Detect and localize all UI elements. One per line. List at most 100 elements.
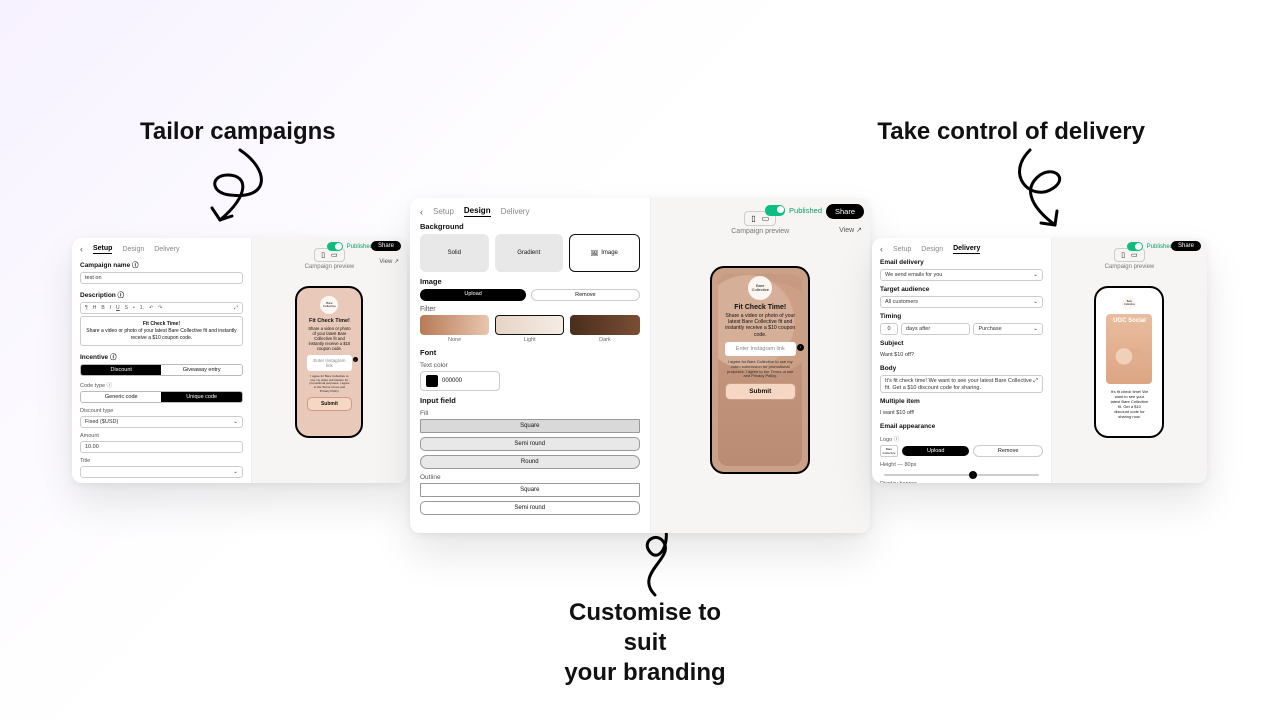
mobile-icon: ▯: [1121, 251, 1125, 259]
incentive-toggle[interactable]: Discount Giveaway entry: [80, 364, 243, 376]
tab-setup[interactable]: Setup: [893, 246, 911, 253]
bg-solid[interactable]: Solid: [420, 234, 489, 272]
target-label: Target audience: [880, 286, 1043, 293]
text-color-input[interactable]: 000000: [420, 371, 500, 391]
upload-button[interactable]: Upload: [420, 289, 526, 301]
tab-design[interactable]: Design: [464, 206, 491, 217]
code-type-toggle[interactable]: Generic code Unique code: [80, 391, 243, 403]
card-setup: ‹ Setup Design Delivery Campaign name ⓘ …: [72, 238, 407, 483]
fill-round[interactable]: Round: [420, 455, 640, 469]
phone-preview: Bare Collective Fit Check Time! Share a …: [295, 286, 363, 438]
subject-input[interactable]: Want $10 off?: [880, 350, 1043, 360]
image-icon: 🖼: [591, 250, 599, 257]
brand-logo: Bare Collective: [320, 296, 338, 314]
publish-toggle[interactable]: Published: [327, 242, 373, 251]
publish-toggle[interactable]: Published: [1127, 242, 1173, 251]
share-button[interactable]: Share: [1171, 241, 1201, 251]
desktop-icon: ▭: [1131, 251, 1138, 259]
outline-label: Outline: [420, 474, 640, 481]
rich-text-toolbar[interactable]: ¶HBIUS•1.↶↷⤢: [80, 302, 243, 314]
publish-toggle[interactable]: Published: [765, 205, 822, 216]
email-delivery-select[interactable]: We send emails for you⌄: [880, 269, 1043, 281]
discount-type-select[interactable]: Fixed ($USD)⌄: [80, 416, 243, 428]
body-input[interactable]: It's fit check time! We want to see your…: [880, 375, 1043, 393]
email-delivery-label: Email delivery: [880, 259, 1043, 266]
tab-design[interactable]: Design: [122, 246, 144, 253]
image-label: Image: [420, 277, 640, 286]
logo-upload[interactable]: Upload: [902, 446, 969, 456]
email-preview: Bare Collective UGC Social It's fit chec…: [1094, 286, 1164, 438]
mobile-icon: ▯: [321, 251, 325, 259]
brand-logo: Bare Collective: [1122, 296, 1136, 310]
fill-label: Fill: [420, 410, 640, 417]
phone-submit: Submit: [307, 397, 351, 411]
amount-input[interactable]: 10.00: [80, 441, 243, 453]
input-field-label: Input field: [420, 396, 640, 405]
multiple-label: Multiple item: [880, 398, 1043, 405]
tab-delivery[interactable]: Delivery: [501, 207, 530, 216]
height-slider[interactable]: [884, 474, 1039, 476]
tab-delivery[interactable]: Delivery: [154, 246, 179, 253]
tab-setup[interactable]: Setup: [433, 207, 454, 216]
filter-options[interactable]: None Light Dark: [420, 315, 640, 343]
remove-button[interactable]: Remove: [531, 289, 639, 301]
background-label: Background: [420, 222, 640, 231]
fill-square[interactable]: Square: [420, 419, 640, 433]
view-link[interactable]: View ↗: [839, 226, 862, 234]
bg-image[interactable]: 🖼Image: [569, 234, 640, 272]
font-label: Font: [420, 348, 640, 357]
phone-input: Enter Instagram linki: [725, 342, 796, 356]
outline-semiround[interactable]: Semi round: [420, 501, 640, 515]
code-type-label: Code type ⓘ: [80, 381, 243, 389]
logo-remove[interactable]: Remove: [973, 445, 1042, 457]
discount-type-label: Discount type: [80, 408, 243, 414]
phone-input: Enter Instagram linki: [307, 355, 351, 371]
title-input[interactable]: ⌄: [80, 466, 243, 478]
background-options[interactable]: Solid Gradient 🖼Image: [420, 234, 640, 272]
brand-logo: Bare Collective: [748, 276, 772, 300]
subject-label: Subject: [880, 340, 1043, 347]
card-delivery: ‹ Setup Design Delivery Email delivery W…: [872, 238, 1207, 483]
logo-thumb: Bare Collective: [880, 445, 898, 457]
headline-right: Take control of delivery: [877, 118, 1145, 146]
filter-label: Filter: [420, 306, 640, 313]
tabs: ‹ Setup Design Delivery: [80, 244, 243, 254]
bg-gradient[interactable]: Gradient: [495, 234, 564, 272]
tab-design[interactable]: Design: [921, 246, 943, 253]
back-icon[interactable]: ‹: [420, 207, 423, 217]
tab-setup[interactable]: Setup: [93, 245, 112, 254]
phone-desc: Share a video or photo of your latest Ba…: [307, 326, 351, 351]
multiple-input[interactable]: I want $10 off!: [880, 408, 1043, 418]
share-button[interactable]: Share: [371, 241, 401, 251]
campaign-name-label: Campaign name ⓘ: [80, 259, 243, 269]
appearance-label: Email appearance: [880, 423, 1043, 430]
timing-num[interactable]: 0: [880, 323, 898, 335]
outline-square[interactable]: Square: [420, 483, 640, 497]
headline-bottom: Customise to suit your branding: [545, 598, 745, 688]
logo-label: Logo ⓘ: [880, 435, 1043, 443]
amount-label: Amount: [80, 433, 243, 439]
filter-light[interactable]: [495, 315, 564, 335]
back-icon[interactable]: ‹: [880, 244, 883, 254]
height-label: Height — 80px: [880, 462, 1043, 468]
back-icon[interactable]: ‹: [80, 244, 83, 254]
timing-event[interactable]: Purchase⌄: [973, 323, 1042, 335]
title-label: Title: [80, 458, 243, 464]
fill-semiround[interactable]: Semi round: [420, 437, 640, 451]
share-button[interactable]: Share: [826, 204, 864, 219]
campaign-name-input[interactable]: test on: [80, 272, 243, 284]
headline-left: Tailor campaigns: [140, 118, 336, 146]
timing-unit[interactable]: days after: [901, 323, 970, 335]
description-editor[interactable]: Fit Check Time! Share a video or photo o…: [80, 316, 243, 346]
arrow-right: [1000, 145, 1080, 235]
email-copy: It's fit check time! We want to see your…: [1110, 389, 1148, 419]
filter-dark[interactable]: [570, 315, 639, 335]
display-banner-label: Display banner: [880, 481, 1043, 483]
filter-none[interactable]: [420, 315, 489, 335]
view-link[interactable]: View ↗: [379, 258, 399, 265]
tab-delivery[interactable]: Delivery: [953, 245, 980, 254]
target-select[interactable]: All customers⌄: [880, 296, 1043, 308]
phone-title: Fit Check Time!: [309, 318, 350, 324]
phone-title: Fit Check Time!: [734, 304, 786, 311]
phone-preview: Bare Collective Fit Check Time! Share a …: [710, 266, 810, 474]
